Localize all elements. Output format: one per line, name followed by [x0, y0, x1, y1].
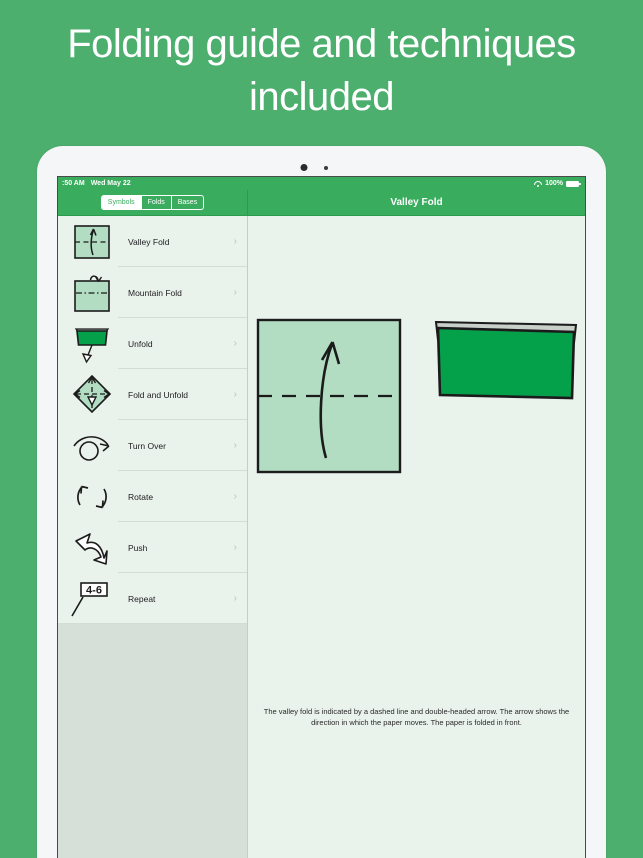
repeat-icon: 4-6 — [68, 577, 116, 621]
detail-header: Valley Fold — [248, 190, 585, 215]
rotate-icon — [68, 475, 116, 519]
tab-folds[interactable]: Folds — [142, 196, 172, 209]
sidebar-item-label: Valley Fold — [128, 236, 170, 247]
battery-percent: 100% — [545, 180, 563, 187]
paper-with-valley-fold-diagram — [256, 318, 401, 474]
unfold-icon — [68, 322, 116, 366]
sidebar-item-push[interactable]: Push › — [58, 522, 247, 573]
chevron-right-icon: › — [233, 440, 237, 451]
sidebar-item-valley-fold[interactable]: Valley Fold › — [58, 216, 247, 267]
camera-icon — [300, 164, 307, 171]
wifi-icon — [534, 180, 543, 187]
sidebar-item-label: Fold and Unfold — [128, 389, 189, 400]
push-icon — [68, 526, 116, 570]
sidebar-item-label: Rotate — [128, 491, 154, 502]
sidebar-item-label: Unfold — [128, 338, 153, 349]
tablet-screen: :50 AM Wed May 22 100% Symbols Folds Bas… — [57, 176, 586, 858]
sidebar: Valley Fold › Mountain Fold › Unfold › F… — [58, 216, 248, 858]
status-time: :50 AM — [62, 180, 85, 187]
symbol-list: Valley Fold › Mountain Fold › Unfold › F… — [58, 216, 247, 624]
sidebar-item-mountain-fold[interactable]: Mountain Fold › — [58, 267, 247, 318]
sidebar-empty-area — [58, 624, 247, 858]
valley-fold-icon — [68, 220, 116, 264]
sidebar-item-label: Repeat — [128, 593, 156, 604]
detail-caption: The valley fold is indicated by a dashed… — [263, 707, 570, 727]
mountain-fold-icon — [68, 271, 116, 315]
sidebar-item-label: Push — [128, 542, 148, 553]
sidebar-item-rotate[interactable]: Rotate › — [58, 471, 247, 522]
chevron-right-icon: › — [233, 491, 237, 502]
sidebar-item-label: Mountain Fold — [128, 287, 182, 298]
sensor-icon — [323, 166, 328, 170]
sidebar-item-label: Turn Over — [128, 440, 166, 451]
fold-and-unfold-icon — [68, 373, 116, 417]
chevron-right-icon: › — [233, 338, 237, 349]
tablet-device-frame: :50 AM Wed May 22 100% Symbols Folds Bas… — [37, 146, 606, 858]
sidebar-item-turn-over[interactable]: Turn Over › — [58, 420, 247, 471]
sidebar-header: Symbols Folds Bases — [58, 190, 248, 215]
chevron-right-icon: › — [233, 389, 237, 400]
segmented-control[interactable]: Symbols Folds Bases — [100, 195, 205, 210]
folded-paper-result-diagram — [434, 320, 577, 400]
detail-title: Valley Fold — [390, 197, 443, 208]
split-view: Valley Fold › Mountain Fold › Unfold › F… — [58, 216, 585, 858]
chevron-right-icon: › — [233, 236, 237, 247]
navigation-bar: Symbols Folds Bases Valley Fold — [58, 190, 585, 216]
sidebar-item-fold-and-unfold[interactable]: Fold and Unfold › — [58, 369, 247, 420]
tab-symbols[interactable]: Symbols — [101, 196, 142, 209]
sidebar-item-unfold[interactable]: Unfold › — [58, 318, 247, 369]
detail-pane: The valley fold is indicated by a dashed… — [248, 216, 585, 858]
status-bar: :50 AM Wed May 22 100% — [58, 177, 585, 190]
turn-over-icon — [68, 424, 116, 468]
chevron-right-icon: › — [233, 542, 237, 553]
chevron-right-icon: › — [233, 593, 237, 604]
repeat-badge-text: 4-6 — [86, 584, 102, 596]
page-title: Folding guide and techniques included — [67, 22, 576, 119]
chevron-right-icon: › — [233, 287, 237, 298]
tab-bases[interactable]: Bases — [172, 196, 203, 209]
diagram-area — [248, 316, 585, 476]
battery-icon — [566, 180, 581, 187]
sidebar-item-repeat[interactable]: 4-6 Repeat › — [58, 573, 247, 624]
status-date: Wed May 22 — [90, 180, 131, 187]
